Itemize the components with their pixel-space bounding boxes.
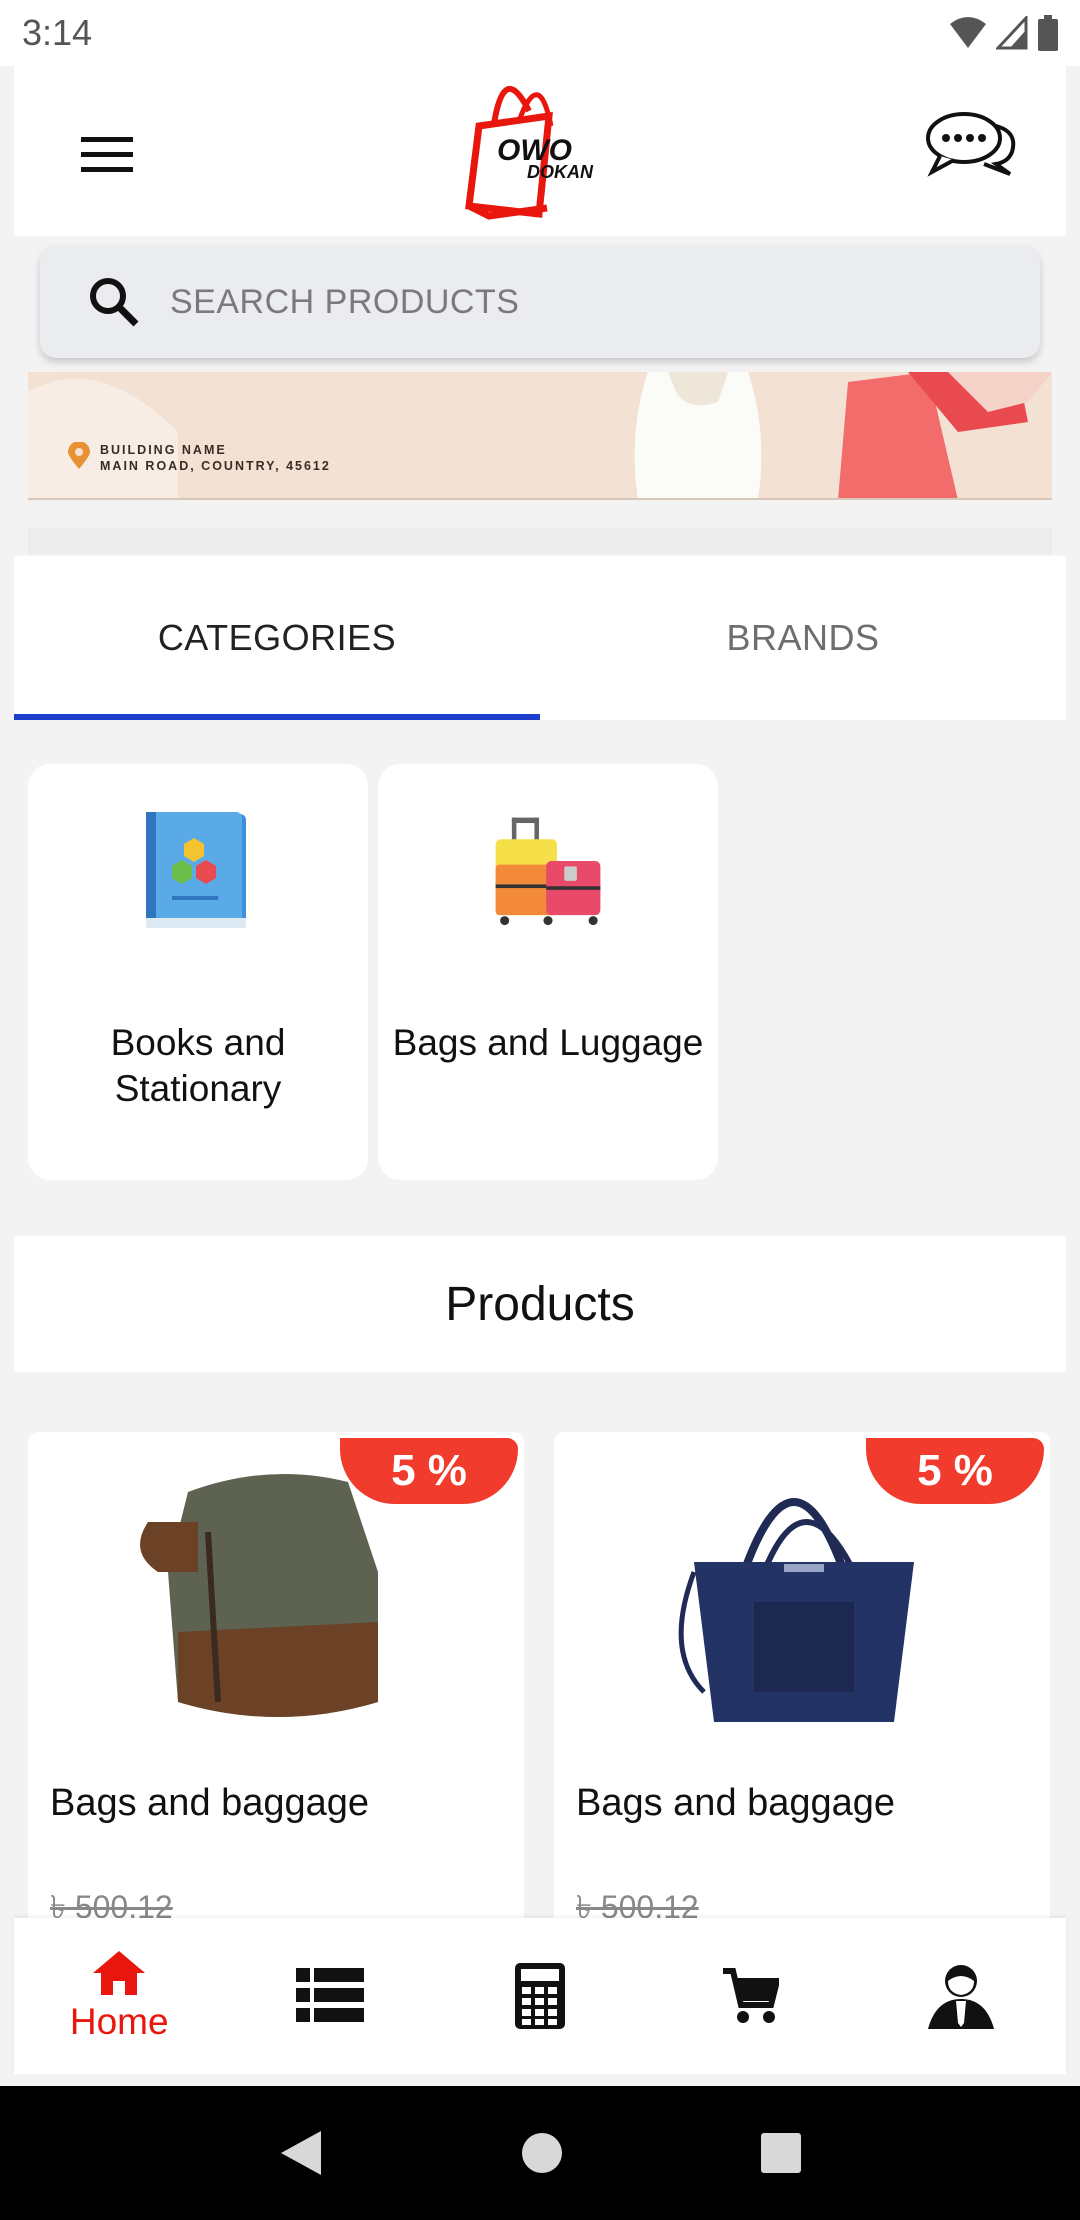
tab-active-indicator (14, 714, 540, 720)
bottom-nav: Home (14, 1918, 1066, 2074)
profile-icon (927, 1965, 994, 2029)
cart-icon (723, 1968, 780, 2023)
chat-icon (926, 112, 1016, 177)
tab-brands[interactable]: BRANDS (540, 556, 1066, 720)
system-nav-bar (0, 2086, 1080, 2220)
category-card-books[interactable]: Books and Stationary (28, 764, 368, 1180)
tab-bar: CATEGORIES BRANDS (14, 556, 1066, 720)
battery-icon (1038, 15, 1058, 51)
search-icon (90, 278, 139, 327)
chat-button[interactable] (924, 108, 1024, 188)
home-circle-icon[interactable] (520, 2131, 564, 2175)
product-name: Bags and baggage (50, 1782, 370, 1824)
category-label: Books and Stationary (110, 1022, 286, 1109)
products-section-title: Products (14, 1236, 1066, 1372)
app-logo: OWO DOKAN (459, 66, 639, 226)
book-icon (146, 812, 246, 928)
nav-list[interactable] (224, 1918, 434, 2074)
tab-brands-label: BRANDS (726, 617, 880, 658)
status-time: 3:14 (22, 12, 93, 53)
wifi-icon (950, 17, 986, 48)
divider (28, 528, 1052, 554)
tab-categories-label: CATEGORIES (157, 617, 397, 658)
shopping-bag-logo-icon: OWO DOKAN (465, 86, 594, 220)
recents-icon[interactable] (761, 2133, 802, 2173)
banner-address-line2: MAIN ROAD, COUNTRY, 45612 (100, 459, 331, 473)
banner-artwork (28, 372, 1052, 498)
category-card-bags[interactable]: Bags and Luggage (378, 764, 718, 1180)
product-card[interactable]: 5 % Bags and baggage ৳ 500.12 (554, 1432, 1050, 1932)
tab-categories[interactable]: CATEGORIES (14, 556, 540, 720)
calculator-icon (515, 1963, 566, 2029)
menu-icon (81, 137, 133, 172)
discount-badge: 5 % (866, 1438, 1044, 1504)
search-bar[interactable] (40, 246, 1040, 358)
discount-badge: 5 % (340, 1438, 518, 1504)
app-header: OWO DOKAN (14, 66, 1066, 236)
location-pin-icon (68, 442, 90, 469)
banner-address: BUILDING NAME MAIN ROAD, COUNTRY, 45612 (100, 442, 331, 474)
nav-profile[interactable] (856, 1918, 1066, 2074)
nav-calculator[interactable] (435, 1918, 645, 2074)
signal-icon (996, 16, 1028, 50)
category-label: Bags and Luggage (392, 1022, 704, 1063)
home-icon (93, 1951, 146, 1995)
back-icon[interactable] (279, 2129, 323, 2177)
list-icon (295, 1968, 364, 2022)
nav-home[interactable]: Home (14, 1918, 224, 2074)
product-card[interactable]: 5 % Bags and baggage ৳ 500.12 (28, 1432, 524, 1932)
logo-text-dokan: DOKAN (527, 162, 594, 182)
menu-button[interactable] (62, 120, 152, 190)
banner-address-line1: BUILDING NAME (100, 443, 227, 457)
nav-cart[interactable] (645, 1918, 855, 2074)
promo-banner[interactable]: BUILDING NAME MAIN ROAD, COUNTRY, 45612 (28, 372, 1052, 500)
status-bar: 3:14 (0, 0, 1080, 66)
product-name: Bags and baggage (576, 1782, 896, 1824)
search-input[interactable] (170, 282, 990, 322)
luggage-icon (495, 817, 601, 926)
nav-home-label: Home (69, 2001, 169, 2042)
status-icons (950, 15, 1058, 51)
